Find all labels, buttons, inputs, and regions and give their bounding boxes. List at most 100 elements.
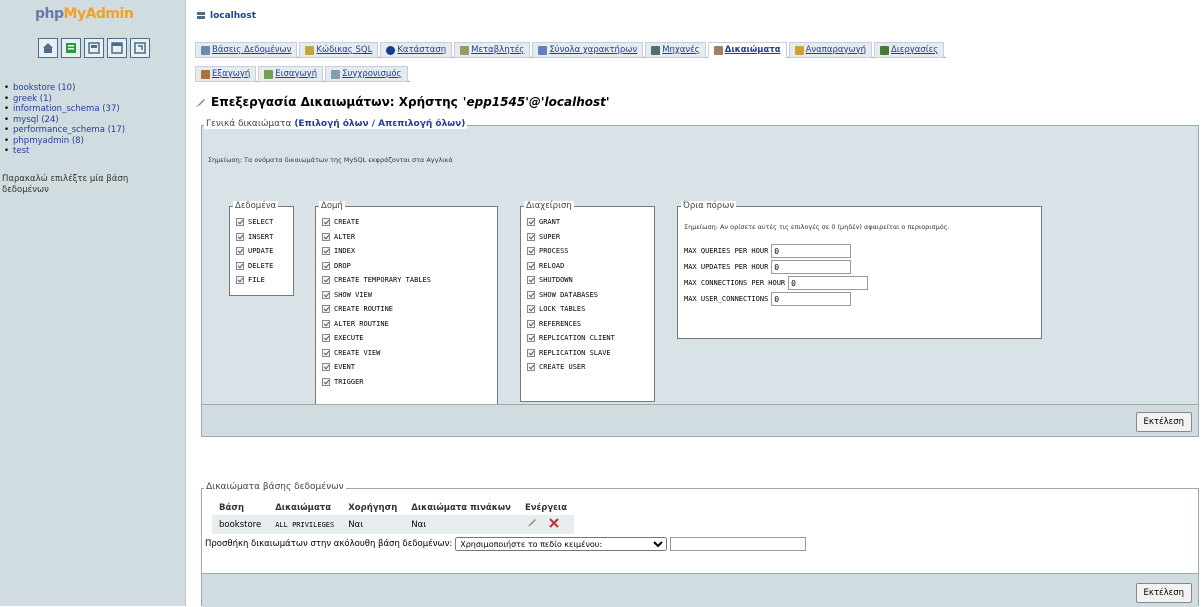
database-item[interactable]: mysql (24) bbox=[4, 115, 125, 126]
database-name-input[interactable] bbox=[670, 537, 807, 551]
checkbox[interactable] bbox=[322, 363, 330, 372]
max-updates-input[interactable] bbox=[771, 260, 852, 274]
checkbox[interactable] bbox=[527, 232, 535, 241]
checkbox[interactable] bbox=[527, 218, 535, 227]
checkbox[interactable] bbox=[322, 261, 330, 270]
tab-processes[interactable]: Διεργασίες bbox=[874, 42, 945, 58]
checkbox[interactable] bbox=[527, 348, 535, 357]
database-item[interactable]: information_schema (37) bbox=[4, 104, 125, 115]
home-icon[interactable] bbox=[38, 38, 58, 58]
checkbox[interactable] bbox=[236, 276, 244, 285]
priv-process[interactable]: PROCESS bbox=[527, 244, 648, 259]
checkbox[interactable] bbox=[322, 290, 330, 299]
reload-icon[interactable] bbox=[130, 38, 150, 58]
checkbox[interactable] bbox=[236, 232, 244, 241]
priv-shutdown[interactable]: SHUTDOWN bbox=[527, 273, 648, 288]
phpmyadmin-logo[interactable]: phpMyAdmin bbox=[35, 6, 155, 26]
server-name: localhost bbox=[210, 11, 257, 21]
execute-button[interactable]: Εκτέλεση bbox=[1135, 583, 1192, 603]
priv-create[interactable]: CREATE bbox=[322, 215, 491, 230]
max-queries-input[interactable] bbox=[771, 244, 852, 258]
checkbox[interactable] bbox=[322, 334, 330, 343]
checkbox[interactable] bbox=[322, 218, 330, 227]
toggle-all-link[interactable]: (Επιλογή όλων / Απεπιλογή όλων) bbox=[294, 119, 465, 129]
edit-privileges-icon bbox=[196, 98, 205, 107]
priv-show-databases[interactable]: SHOW DATABASES bbox=[527, 288, 648, 303]
checkbox[interactable] bbox=[527, 363, 535, 372]
tab-synchronize[interactable]: Συγχρονισμός bbox=[325, 66, 408, 82]
tab-privileges[interactable]: Δικαιώματα bbox=[707, 42, 787, 58]
cell-database: bookstore bbox=[212, 515, 269, 534]
database-item[interactable]: bookstore (10) bbox=[4, 83, 125, 94]
revoke-icon[interactable] bbox=[548, 517, 560, 529]
select-database-hint: Παρακαλώ επιλέξτε μία βάση δεδομένων bbox=[2, 174, 129, 195]
checkbox[interactable] bbox=[527, 261, 535, 270]
priv-alter-routine[interactable]: ALTER ROUTINE bbox=[322, 317, 491, 332]
priv-insert[interactable]: INSERT bbox=[236, 230, 287, 245]
priv-delete[interactable]: DELETE bbox=[236, 259, 287, 274]
priv-grant[interactable]: GRANT bbox=[527, 215, 648, 230]
max-user-connections-input[interactable] bbox=[771, 292, 852, 306]
checkbox[interactable] bbox=[527, 334, 535, 343]
checkbox[interactable] bbox=[236, 261, 244, 270]
priv-create-temporary-tables[interactable]: CREATE TEMPORARY TABLES bbox=[322, 273, 491, 288]
database-item[interactable]: test bbox=[4, 146, 125, 157]
checkbox[interactable] bbox=[322, 276, 330, 285]
checkbox[interactable] bbox=[236, 218, 244, 227]
page-title-text: Επεξεργασία Δικαιωμάτων: Χρήστης bbox=[211, 95, 458, 109]
priv-create-user[interactable]: CREATE USER bbox=[527, 360, 648, 375]
tab-export[interactable]: Εξαγωγή bbox=[195, 66, 257, 82]
priv-show-view[interactable]: SHOW VIEW bbox=[322, 288, 491, 303]
priv-index[interactable]: INDEX bbox=[322, 244, 491, 259]
database-select[interactable]: Χρησιμοποιήστε το πεδίο κειμένου: bbox=[455, 537, 668, 551]
tab-charsets[interactable]: Σύνολα χαρακτήρων bbox=[532, 42, 644, 58]
database-item[interactable]: greek (1) bbox=[4, 94, 125, 105]
tab-variables[interactable]: Μεταβλητές bbox=[454, 42, 531, 58]
priv-select[interactable]: SELECT bbox=[236, 215, 287, 230]
priv-create-routine[interactable]: CREATE ROUTINE bbox=[322, 302, 491, 317]
priv-alter[interactable]: ALTER bbox=[322, 230, 491, 245]
checkbox[interactable] bbox=[322, 377, 330, 386]
database-item[interactable]: phpmyadmin (8) bbox=[4, 136, 125, 147]
checkbox[interactable] bbox=[527, 319, 535, 328]
docs-icon[interactable] bbox=[84, 38, 104, 58]
sql-icon bbox=[305, 45, 315, 55]
priv-event[interactable]: EVENT bbox=[322, 360, 491, 375]
priv-drop[interactable]: DROP bbox=[322, 259, 491, 274]
priv-lock-tables[interactable]: LOCK TABLES bbox=[527, 302, 648, 317]
edit-privileges-icon[interactable] bbox=[525, 517, 537, 529]
execute-button[interactable]: Εκτέλεση bbox=[1135, 412, 1192, 432]
priv-file[interactable]: FILE bbox=[236, 273, 287, 288]
priv-update[interactable]: UPDATE bbox=[236, 244, 287, 259]
server-breadcrumb[interactable]: localhost bbox=[196, 11, 256, 21]
sql-query-icon[interactable] bbox=[61, 38, 81, 58]
tab-replication[interactable]: Αναπαραγωγή bbox=[788, 42, 873, 58]
database-item[interactable]: performance_schema (17) bbox=[4, 125, 125, 136]
checkbox[interactable] bbox=[322, 247, 330, 256]
priv-references[interactable]: REFERENCES bbox=[527, 317, 648, 332]
tab-status[interactable]: Κατάσταση bbox=[380, 42, 453, 58]
max-connections-input[interactable] bbox=[788, 276, 869, 290]
tab-sql[interactable]: Κώδικας SQL bbox=[299, 42, 379, 58]
priv-replication-client[interactable]: REPLICATION CLIENT bbox=[527, 331, 648, 346]
checkbox[interactable] bbox=[527, 247, 535, 256]
checkbox[interactable] bbox=[322, 232, 330, 241]
checkbox[interactable] bbox=[322, 348, 330, 357]
priv-reload[interactable]: RELOAD bbox=[527, 259, 648, 274]
priv-create-view[interactable]: CREATE VIEW bbox=[322, 346, 491, 361]
checkbox[interactable] bbox=[527, 290, 535, 299]
tab-import[interactable]: Εισαγωγή bbox=[258, 66, 324, 82]
checkbox[interactable] bbox=[322, 305, 330, 314]
checkbox[interactable] bbox=[527, 276, 535, 285]
tab-databases[interactable]: Βάσεις Δεδομένων bbox=[195, 42, 298, 58]
priv-trigger[interactable]: TRIGGER bbox=[322, 375, 491, 390]
server-icon bbox=[197, 12, 205, 19]
checkbox[interactable] bbox=[322, 319, 330, 328]
checkbox[interactable] bbox=[527, 305, 535, 314]
checkbox[interactable] bbox=[236, 247, 244, 256]
priv-super[interactable]: SUPER bbox=[527, 230, 648, 245]
sql-window-icon[interactable] bbox=[107, 38, 127, 58]
tab-engines[interactable]: Μηχανές bbox=[645, 42, 706, 58]
priv-replication-slave[interactable]: REPLICATION SLAVE bbox=[527, 346, 648, 361]
priv-execute[interactable]: EXECUTE bbox=[322, 331, 491, 346]
